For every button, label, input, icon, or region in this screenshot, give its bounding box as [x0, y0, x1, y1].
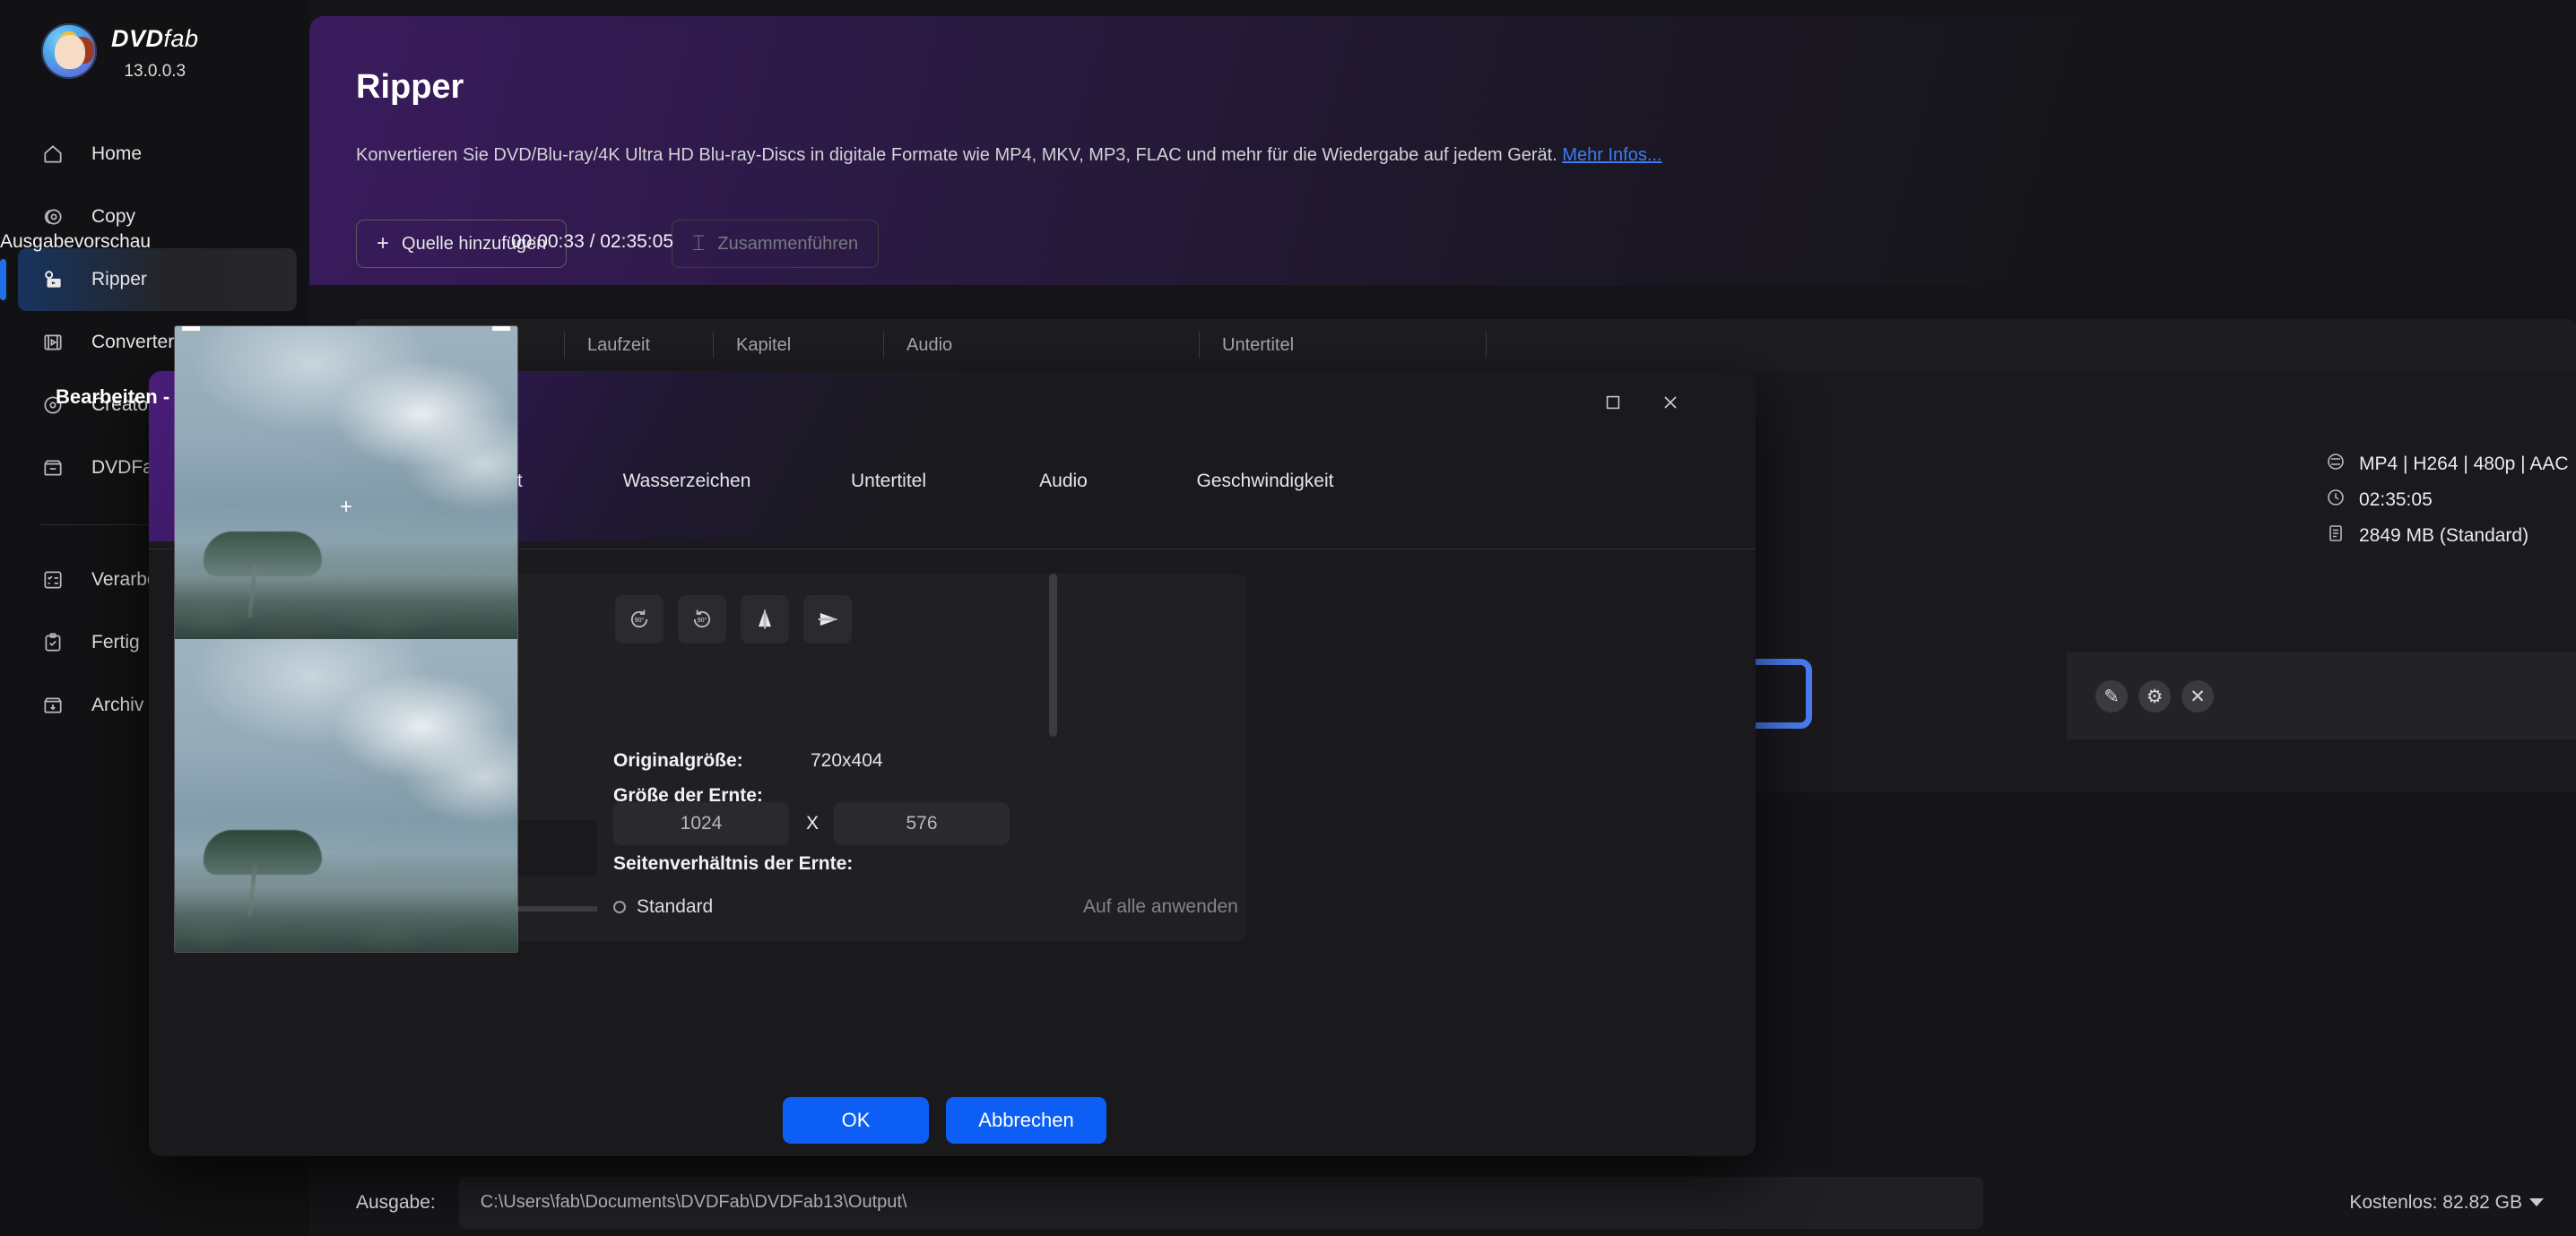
sidebar-item-ripper[interactable]: Ripper — [0, 248, 297, 311]
rotate-left-90-icon[interactable]: 90° — [615, 595, 664, 644]
crop-width-input[interactable]: 1024 — [613, 802, 789, 845]
video-frame-top: + — [175, 326, 517, 639]
column-header-kapitel[interactable]: Kapitel — [713, 330, 883, 360]
tab-untertitel[interactable]: Untertitel — [803, 455, 974, 507]
tab-wasserzeichen[interactable]: Wasserzeichen — [588, 455, 785, 507]
cancel-button[interactable]: Abbrechen — [946, 1097, 1106, 1144]
box-icon — [41, 456, 75, 480]
more-info-link[interactable]: Mehr Infos... — [1562, 145, 1661, 165]
merge-button[interactable]: ⌶ Zusammenführen — [672, 220, 880, 268]
archive-download-icon — [41, 694, 75, 717]
flip-horizontal-icon[interactable] — [741, 595, 789, 644]
home-icon — [41, 143, 75, 166]
preview-label: Ausgabevorschau — [0, 231, 152, 252]
maximize-icon[interactable] — [1592, 382, 1634, 423]
film-icon — [41, 331, 75, 354]
format-badge-icon — [2325, 451, 2355, 478]
svg-text:90°: 90° — [698, 617, 707, 624]
column-header-untertitel[interactable]: Untertitel — [1199, 330, 1486, 360]
file-size-icon — [2325, 523, 2355, 549]
info-row-size[interactable]: 2849 MB (Standard) — [2325, 518, 2569, 554]
video-preview-overlay[interactable]: + — [175, 326, 517, 952]
sidebar-item-label: Home — [91, 143, 143, 164]
crop-handle-top-left[interactable] — [182, 326, 200, 331]
info-row-format: MP4 | H264 | 480p | AAC — [2325, 446, 2569, 482]
app-logo-icon — [41, 23, 97, 79]
brand-name: DVDfab — [111, 25, 199, 52]
preview-timecode: 00:00:33 / 02:35:05 — [511, 231, 673, 252]
sidebar-item-home[interactable]: Home — [0, 123, 309, 186]
video-tree — [204, 532, 322, 618]
output-bar: Ausgabe: C:\Users\fab\Documents\DVDFab\D… — [309, 1169, 2576, 1236]
close-icon[interactable] — [1650, 382, 1691, 423]
tasklist-icon — [41, 568, 75, 592]
crop-settings-panel: 90° 90° Originalgröße: 720x404 Größe der… — [597, 574, 1246, 941]
sidebar-item-label: Converter — [91, 332, 175, 352]
merge-icon: ⌶ — [692, 231, 706, 255]
flip-vertical-icon[interactable] — [803, 595, 852, 644]
task-table-header: Titel Laufzeit Kapitel Audio Untertitel — [356, 319, 2576, 371]
remove-button[interactable]: ✕ — [2181, 680, 2214, 713]
ripper-icon — [41, 268, 75, 291]
settings-button[interactable]: ⚙ — [2138, 680, 2171, 713]
page-description-text: Konvertieren Sie DVD/Blu-ray/4K Ultra HD… — [356, 145, 1557, 165]
column-header-audio[interactable]: Audio — [883, 330, 1199, 360]
free-space-indicator[interactable]: Kostenlos: 82.82 GB — [2349, 1192, 2544, 1214]
tab-geschwindigkeit[interactable]: Geschwindigkeit — [1153, 455, 1377, 507]
output-label: Ausgabe: — [356, 1191, 436, 1213]
app-version: 13.0.0.3 — [124, 62, 186, 81]
panel-scrollbar[interactable] — [1049, 574, 1057, 737]
clipboard-check-icon — [41, 631, 75, 654]
original-size-label: Originalgröße: — [613, 750, 743, 771]
sidebar-item-label: Archiv — [91, 695, 144, 715]
column-header-laufzeit[interactable]: Laufzeit — [564, 330, 713, 360]
output-path-field[interactable]: C:\Users\fab\Documents\DVDFab\DVDFab13\O… — [458, 1176, 1983, 1229]
clock-icon — [2325, 487, 2355, 514]
video-frame-bottom — [175, 639, 517, 952]
svg-text:90°: 90° — [635, 617, 645, 624]
output-info-panel: MP4 | H264 | 480p | AAC 02:35:05 2849 MB… — [2325, 446, 2569, 554]
chevron-down-icon — [2529, 1198, 2544, 1206]
sidebar-item-label: Fertig — [91, 632, 140, 653]
radio-icon — [613, 901, 626, 913]
sidebar-item-label: Copy — [91, 206, 136, 227]
crop-handle-top-right[interactable] — [492, 326, 510, 331]
tab-audio[interactable]: Audio — [992, 455, 1135, 507]
page-title: Ripper — [356, 68, 464, 106]
merge-label: Zusammenführen — [717, 233, 859, 254]
info-format-value: MP4 | H264 | 480p | AAC — [2359, 454, 2569, 474]
aspect-ratio-label: Seitenverhältnis der Ernte: — [613, 853, 854, 874]
original-size-value: 720x404 — [811, 750, 883, 771]
brand: DVDfab 13.0.0.3 — [0, 0, 309, 82]
disc-copy-icon — [41, 205, 75, 229]
app-window: DVDfab 13.0.0.3 Home Copy Ripper Convert… — [0, 0, 2576, 1236]
info-size-value: 2849 MB (Standard) — [2359, 525, 2529, 546]
sidebar-item-label: Ripper — [91, 269, 147, 290]
plus-icon: + — [377, 231, 390, 255]
info-row-duration: 02:35:05 — [2325, 482, 2569, 518]
info-duration-value: 02:35:05 — [2359, 489, 2433, 510]
rotate-right-90-icon[interactable]: 90° — [678, 595, 726, 644]
crop-height-input[interactable]: 576 — [834, 802, 1010, 845]
apply-to-all-button[interactable]: Auf alle anwenden — [1083, 896, 1238, 918]
free-space-label: Kostenlos: 82.82 GB — [2349, 1191, 2522, 1213]
edit-button[interactable]: ✎ — [2095, 680, 2128, 713]
aspect-option-label: Standard — [637, 896, 714, 917]
column-header-actions — [1486, 330, 1665, 360]
ok-button[interactable]: OK — [783, 1097, 929, 1144]
crop-dimension-separator: X — [805, 813, 819, 834]
page-description: Konvertieren Sie DVD/Blu-ray/4K Ultra HD… — [356, 145, 1662, 166]
aspect-option-standard[interactable]: Standard — [613, 896, 713, 918]
row-action-toolbar: ✎ ⚙ ✕ — [2067, 652, 2576, 739]
crop-center-crosshair: + — [340, 495, 353, 520]
video-tree — [204, 830, 322, 917]
dialog-footer: OK Abbrechen — [149, 1085, 1756, 1156]
